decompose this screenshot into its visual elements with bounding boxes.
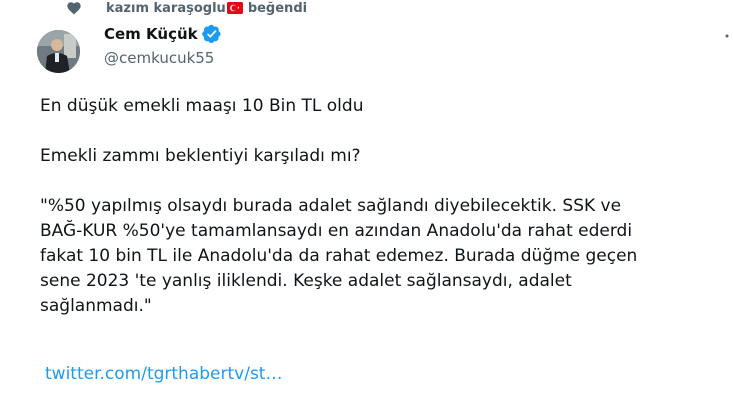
liked-action: beğendi: [247, 0, 308, 16]
more-options-button[interactable]: [718, 30, 733, 42]
tweet-header: Cem Küçük @cemkucuk55: [104, 23, 222, 67]
tweet-text: En düşük emekli maaşı 10 Bin TL oldu Eme…: [40, 96, 638, 316]
heart-icon: [66, 0, 82, 16]
verified-badge-icon: [201, 24, 222, 44]
liker-name[interactable]: kazım karaşoglu: [106, 1, 226, 16]
more-dots-icon: [725, 34, 729, 38]
author-handle[interactable]: @cemkucuk55: [104, 49, 222, 67]
social-context: kazım karaşoglu beğendi: [66, 0, 307, 16]
tweet-link[interactable]: twitter.com/tgrthabertv/st…: [45, 362, 282, 387]
turkey-flag-icon: [226, 2, 243, 14]
author-display-name[interactable]: Cem Küçük: [104, 25, 198, 43]
avatar[interactable]: [37, 30, 80, 73]
